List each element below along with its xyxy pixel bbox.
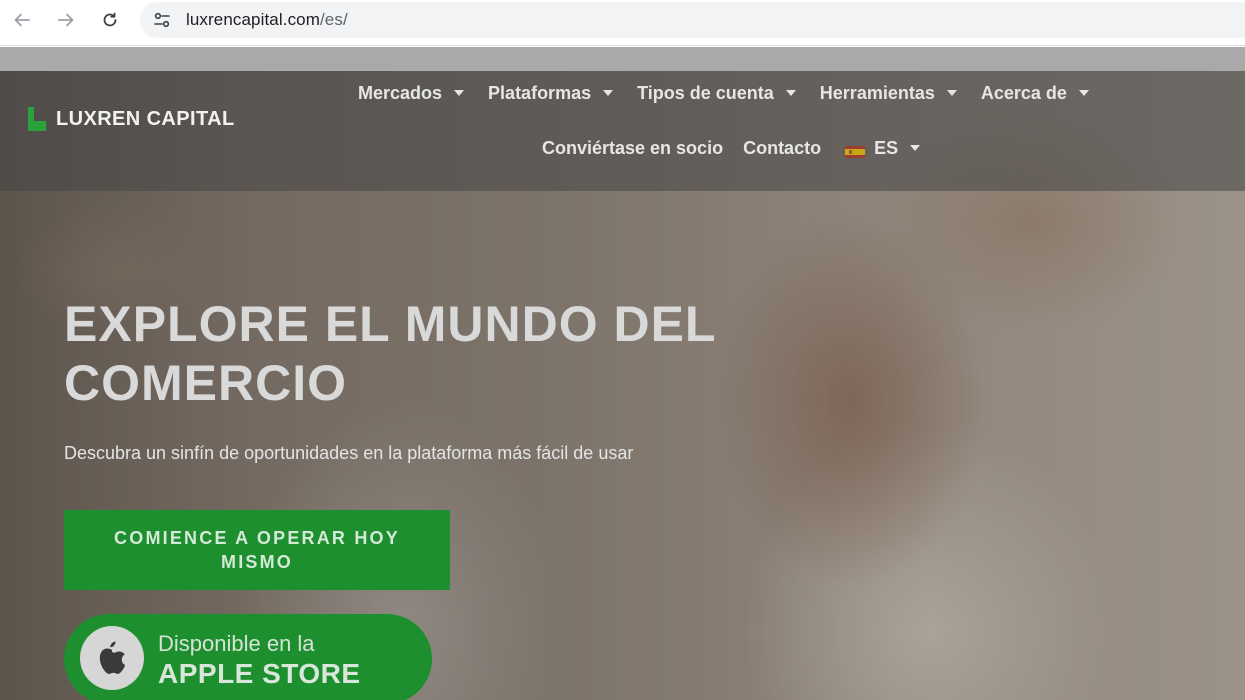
menu-label: Acerca de	[980, 82, 1067, 103]
site-info-icon[interactable]	[144, 2, 180, 38]
url-domain: luxrencapital.com	[186, 10, 320, 29]
main-menu-row1: Mercados Plataformas Tipos de cuenta Her…	[358, 81, 1113, 105]
main-menu-row2: Conviértase en socio Contacto ES	[542, 136, 940, 160]
store-line1: Disponible en la	[158, 631, 315, 656]
logo-mark-icon	[28, 107, 48, 131]
menu-label: Contacto	[743, 137, 822, 158]
apple-icon	[99, 641, 126, 674]
url-text[interactable]: luxrencapital.com/es/	[186, 10, 348, 30]
menu-label: Tipos de cuenta	[637, 82, 774, 103]
caret-down-icon	[603, 90, 614, 96]
top-strip	[0, 47, 1245, 71]
start-trading-button[interactable]: COMIENCE A OPERAR HOY MISMO	[64, 510, 450, 590]
back-arrow-icon[interactable]	[8, 6, 36, 34]
hero-subtitle: Descubra un sinfín de oportunidades en l…	[64, 443, 634, 463]
language-label: ES	[874, 137, 899, 158]
caret-down-icon	[785, 90, 796, 96]
caret-down-icon	[946, 90, 957, 96]
logo-text: LUXREN CAPITAL	[56, 107, 235, 130]
caret-down-icon	[910, 145, 921, 151]
caret-down-icon	[1078, 90, 1089, 96]
menu-item-plataformas[interactable]: Plataformas	[488, 82, 614, 104]
apple-logo-circle	[80, 626, 144, 690]
menu-item-mercados[interactable]: Mercados	[358, 82, 465, 104]
menu-label: Herramientas	[819, 82, 935, 103]
hero-title: EXPLORE EL MUNDO DEL COMERCIO	[64, 296, 716, 411]
browser-toolbar: luxrencapital.com/es/	[0, 0, 1245, 46]
cta-label: COMIENCE A OPERAR HOY MISMO	[114, 528, 400, 572]
address-bar[interactable]: luxrencapital.com/es/	[140, 2, 1245, 38]
store-line2: APPLE STORE	[158, 658, 361, 689]
caret-down-icon	[454, 90, 465, 96]
url-path: /es/	[319, 10, 348, 29]
menu-label: Mercados	[358, 82, 443, 103]
menu-item-acerca-de[interactable]: Acerca de	[981, 83, 1089, 104]
web-page: LUXREN CAPITAL Mercados Plataformas Tipo…	[0, 47, 1245, 700]
menu-item-partner[interactable]: Conviértase en socio	[542, 138, 723, 159]
site-header: LUXREN CAPITAL Mercados Plataformas Tipo…	[0, 71, 1245, 191]
language-selector[interactable]: ES	[845, 137, 921, 159]
menu-item-contacto[interactable]: Contacto	[743, 138, 821, 159]
menu-item-tipos-de-cuenta[interactable]: Tipos de cuenta	[637, 83, 796, 104]
menu-item-herramientas[interactable]: Herramientas	[820, 83, 957, 104]
logo[interactable]: LUXREN CAPITAL	[28, 106, 235, 132]
menu-label: Plataformas	[488, 82, 592, 103]
reload-icon[interactable]	[96, 6, 124, 34]
menu-label: Conviértase en socio	[542, 137, 724, 158]
spain-flag-icon	[845, 142, 866, 158]
forward-arrow-icon[interactable]	[52, 6, 80, 34]
apple-store-button[interactable]: Disponible en la APPLE STORE	[64, 614, 432, 700]
